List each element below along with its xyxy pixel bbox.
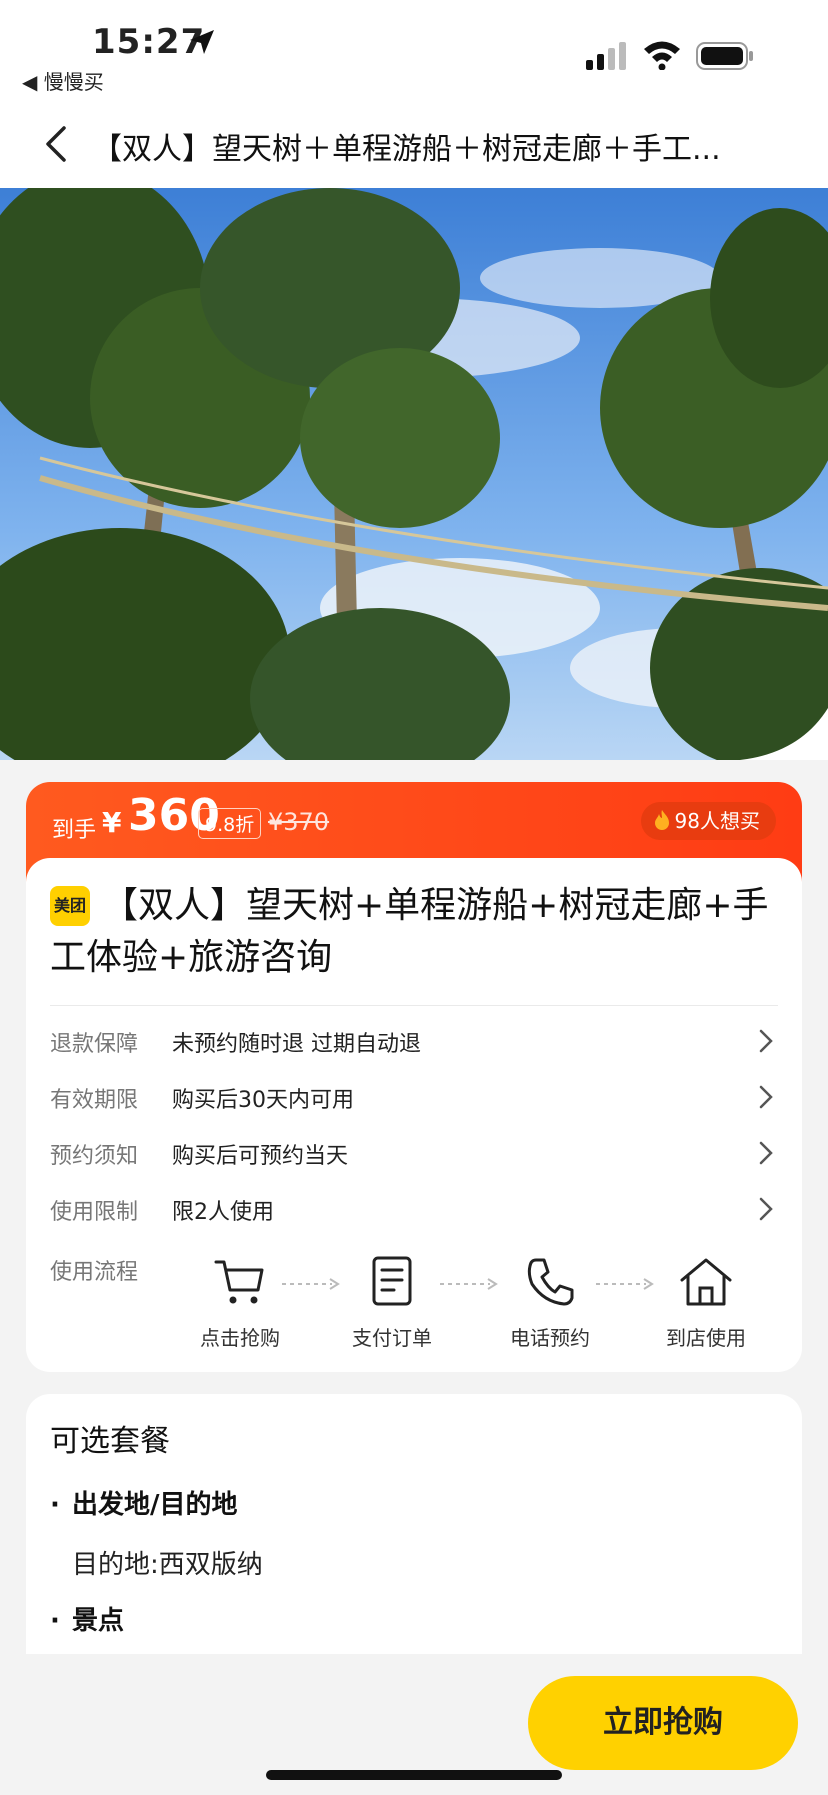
flow-step-pay: 支付订单 xyxy=(342,1250,442,1351)
info-key: 有效期限 xyxy=(50,1088,139,1113)
usage-flow: 使用流程 点击抢购 支付订单 电话预约 到店使用 xyxy=(50,1250,778,1360)
home-indicator[interactable] xyxy=(266,1770,562,1780)
info-value: 购买后30天内可用 xyxy=(172,1088,354,1113)
package-title: 可选套餐 xyxy=(50,1424,170,1459)
flow-step-visit: 到店使用 xyxy=(656,1250,756,1351)
product-title: 【双人】望天树+单程游船+树冠走廊+手工体验+旅游咨询 xyxy=(50,885,769,978)
discount-badge: 9.8折 xyxy=(198,808,262,839)
flow-step-label: 点击抢购 xyxy=(200,1326,280,1350)
flow-step-label: 支付订单 xyxy=(352,1326,432,1350)
info-row-limit[interactable]: 使用限制 限2人使用 xyxy=(50,1188,778,1228)
want-to-buy-badge: 98人想买 xyxy=(640,802,776,840)
chevron-right-icon xyxy=(759,1141,773,1165)
chevron-right-icon xyxy=(759,1085,773,1109)
status-bar: 15:27 ◀ 慢慢买 xyxy=(0,0,828,100)
section-heading-text: 出发地/目的地 xyxy=(72,1490,238,1520)
nav-title: 【双人】望天树＋单程游船＋树冠走廊＋手工... xyxy=(92,132,721,167)
chevron-right-icon xyxy=(759,1029,773,1053)
info-value: 购买后可预约当天 xyxy=(172,1144,349,1169)
info-key: 使用限制 xyxy=(50,1200,139,1225)
flow-step-label: 电话预约 xyxy=(510,1326,590,1350)
info-key: 预约须知 xyxy=(50,1144,139,1169)
product-hero-image[interactable] xyxy=(0,188,828,760)
fire-icon xyxy=(654,810,669,830)
price-label: 到手 xyxy=(52,818,97,843)
home-icon xyxy=(680,1258,732,1306)
flow-step-buy: 点击抢购 xyxy=(190,1250,290,1351)
cart-icon xyxy=(214,1260,264,1304)
package-section-heading: · 出发地/目的地 xyxy=(50,1490,238,1520)
flow-label: 使用流程 xyxy=(50,1260,139,1285)
cellular-signal-icon xyxy=(586,42,626,70)
info-key: 退款保障 xyxy=(50,1032,139,1057)
package-section-heading: · 景点 xyxy=(50,1606,125,1636)
back-chevron-icon[interactable] xyxy=(40,124,70,164)
rainforest-canopy-walkway-image xyxy=(0,188,828,760)
location-arrow-icon xyxy=(190,30,214,54)
info-value: 限2人使用 xyxy=(172,1200,274,1225)
app-screen: 15:27 ◀ 慢慢买 【双人】望天树＋单程游船＋树冠走廊＋手工... 到手 ¥… xyxy=(0,0,828,1795)
info-row-refund[interactable]: 退款保障 未预约随时退 过期自动退 xyxy=(50,1020,778,1060)
flow-arrow-icon xyxy=(440,1278,498,1290)
package-section-value: 目的地:西双版纳 xyxy=(72,1550,263,1580)
original-price: ¥370 xyxy=(268,808,330,836)
want-to-buy-text: 98人想买 xyxy=(674,809,760,833)
battery-icon xyxy=(696,42,753,70)
currency-symbol: ¥ xyxy=(102,806,122,839)
flow-step-call: 电话预约 xyxy=(500,1250,600,1351)
phone-icon xyxy=(527,1258,574,1306)
info-row-validity[interactable]: 有效期限 购买后30天内可用 xyxy=(50,1076,778,1116)
package-card: 可选套餐 · 出发地/目的地 目的地:西双版纳 · 景点 xyxy=(26,1394,802,1654)
flow-step-label: 到店使用 xyxy=(666,1326,746,1350)
buy-now-button[interactable]: 立即抢购 xyxy=(528,1676,798,1770)
meituan-badge: 美团 xyxy=(50,886,90,926)
nav-bar: 【双人】望天树＋单程游船＋树冠走廊＋手工... xyxy=(0,100,828,188)
document-icon xyxy=(372,1256,412,1306)
info-value: 未预约随时退 过期自动退 xyxy=(172,1032,421,1057)
section-heading-text: 景点 xyxy=(72,1606,125,1636)
back-to-app-link[interactable]: ◀ 慢慢买 xyxy=(22,66,104,95)
info-row-booking[interactable]: 预约须知 购买后可预约当天 xyxy=(50,1132,778,1172)
flow-arrow-icon xyxy=(282,1278,340,1290)
wifi-icon xyxy=(644,41,680,70)
product-info-card: 【双人】望天树+单程游船+树冠走廊+手工体验+旅游咨询 美团 退款保障 未预约随… xyxy=(26,858,802,1372)
chevron-right-icon xyxy=(759,1197,773,1221)
divider xyxy=(50,1005,778,1006)
flow-arrow-icon xyxy=(596,1278,654,1290)
